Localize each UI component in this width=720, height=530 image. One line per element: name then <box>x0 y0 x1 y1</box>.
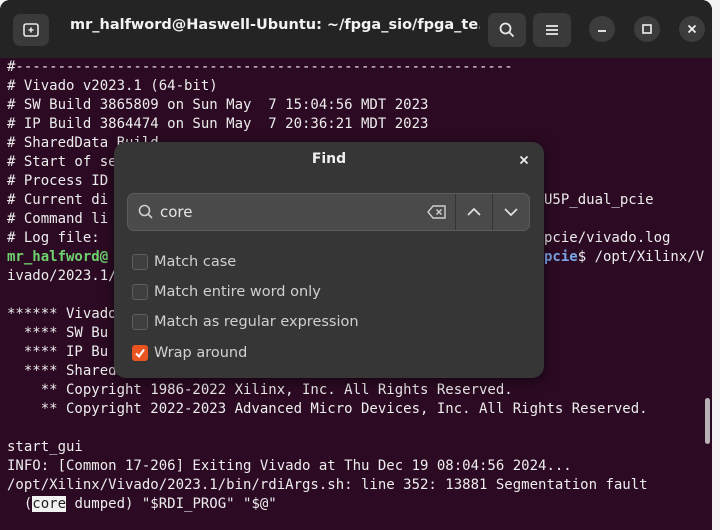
close-window-button[interactable] <box>679 16 705 42</box>
terminal-prompt-line: mr_halfword@ <box>7 248 108 267</box>
option-label: Match entire word only <box>154 284 321 300</box>
option-match-case[interactable]: Match case <box>132 251 236 273</box>
option-match-regex[interactable]: Match as regular expression <box>132 311 359 333</box>
menu-button[interactable] <box>533 13 571 47</box>
option-label: Match as regular expression <box>154 314 359 330</box>
find-previous-button[interactable] <box>456 194 492 230</box>
terminal-line: # Command li <box>7 211 109 227</box>
search-icon <box>138 204 153 219</box>
clear-icon <box>427 205 446 219</box>
maximize-icon <box>642 24 652 34</box>
window-title: mr_halfword@Haswell-Ubuntu: ~/fpga_sio/f… <box>70 17 480 33</box>
terminal-line: ****** Vivado <box>7 306 117 322</box>
terminal-line: # Process ID <box>7 173 109 189</box>
find-search-box <box>127 193 530 231</box>
clear-search-button[interactable] <box>425 202 449 222</box>
match-entire-word-checkbox[interactable] <box>132 284 148 300</box>
minimize-button[interactable] <box>589 16 615 42</box>
terminal-scrollbar[interactable] <box>705 398 710 444</box>
terminal-line: # Vivado v2023.1 (64-bit) <box>7 78 218 94</box>
terminal-line: /opt/Xilinx/Vivado/2023.1/bin/rdiArgs.sh… <box>7 477 648 493</box>
close-icon <box>519 155 529 165</box>
find-close-button[interactable] <box>512 149 536 171</box>
option-label: Match case <box>154 254 237 270</box>
line-prefix: ( <box>7 496 33 512</box>
terminal-line: # SW Build 3865809 on Sun May 7 15:04:56… <box>7 97 429 113</box>
terminal-line: # IP Build 3864474 on Sun May 7 20:36:21… <box>7 116 429 132</box>
line-suffix: dumped) "$RDI_PROG" "$@" <box>66 496 277 512</box>
prompt-user: mr_halfword@ <box>7 249 109 265</box>
terminal-prompt-tail: pcie$ /opt/Xilinx/V <box>544 248 704 267</box>
search-button[interactable] <box>488 13 526 47</box>
option-match-entire-word[interactable]: Match entire word only <box>132 281 321 303</box>
option-wrap-around[interactable]: Wrap around <box>132 342 247 364</box>
find-next-button[interactable] <box>493 194 529 230</box>
terminal-line-match: (core dumped) "$RDI_PROG" "$@" <box>7 495 277 514</box>
terminal-line: start_gui <box>7 439 83 455</box>
terminal-line-fragment: pcie/vivado.log <box>544 230 671 246</box>
terminal-line-fragment: U5P_dual_pcie <box>544 192 654 208</box>
terminal-line: ivado/2023.1/ <box>7 268 117 284</box>
search-icon <box>499 22 515 38</box>
maximize-button[interactable] <box>634 16 660 42</box>
find-dialog-title: Find <box>311 151 347 167</box>
new-tab-button[interactable] <box>13 14 49 46</box>
chevron-down-icon <box>504 208 518 217</box>
prompt-command: $ /opt/Xilinx/V <box>577 249 705 265</box>
close-icon <box>687 24 697 34</box>
terminal-line: **** SW Bu <box>7 325 109 341</box>
wrap-around-checkbox[interactable] <box>132 345 148 361</box>
terminal-line: ** Copyright 1986-2022 Xilinx, Inc. All … <box>7 382 513 398</box>
match-case-checkbox[interactable] <box>132 254 148 270</box>
minimize-icon <box>598 30 606 32</box>
search-match-highlight: core <box>32 496 67 512</box>
terminal-line: **** IP Bu <box>7 344 109 360</box>
terminal-line: # Start of se <box>7 154 117 170</box>
find-search-input[interactable] <box>160 202 415 222</box>
option-label: Wrap around <box>154 345 248 361</box>
new-tab-icon <box>23 23 39 37</box>
terminal-line: ** Copyright 2022-2023 Advanced Micro De… <box>7 401 648 417</box>
prompt-path: pcie <box>544 249 578 265</box>
terminal-line: # Log file: <box>7 230 109 246</box>
chevron-up-icon <box>467 207 481 216</box>
menu-icon <box>546 25 558 35</box>
match-regex-checkbox[interactable] <box>132 314 148 330</box>
terminal-line: #---------------------------------------… <box>7 59 513 75</box>
terminal-line: # Current di <box>7 192 109 208</box>
terminal-line: INFO: [Common 17-206] Exiting Vivado at … <box>7 458 572 474</box>
find-dialog: Find core Match case Match entire word o… <box>114 142 544 378</box>
title-bar: mr_halfword@Haswell-Ubuntu: ~/fpga_sio/f… <box>0 0 712 58</box>
terminal-window: mr_halfword@Haswell-Ubuntu: ~/fpga_sio/f… <box>0 0 712 530</box>
check-icon <box>135 348 145 359</box>
